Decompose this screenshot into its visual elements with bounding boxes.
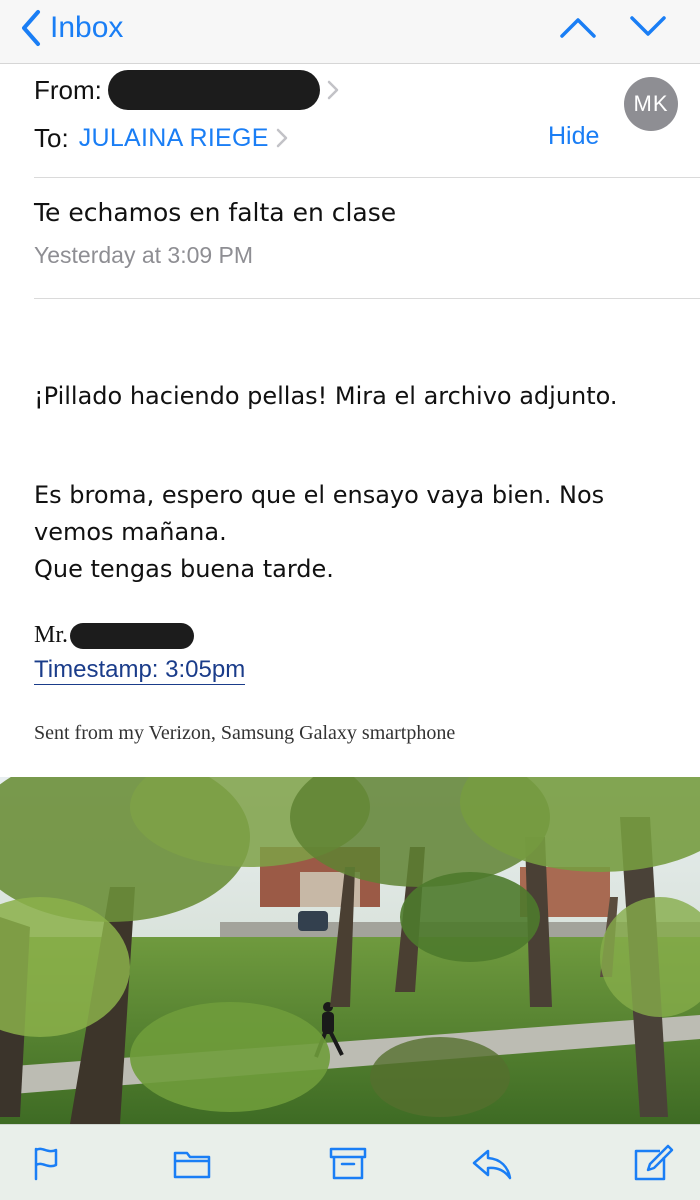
bottom-toolbar [0, 1124, 700, 1200]
recipient-name-link[interactable]: JULAINA RIEGE [79, 124, 269, 153]
navigation-bar: Inbox [0, 0, 700, 64]
message-date: Yesterday at 3:09 PM [34, 242, 254, 268]
compose-icon[interactable] [630, 1143, 674, 1183]
park-photo-image [0, 777, 700, 1124]
message-subject: Te echamos en falta en clase [34, 198, 397, 227]
previous-message-chevron-up-icon[interactable] [558, 12, 598, 42]
reply-icon[interactable] [470, 1143, 514, 1183]
chevron-right-icon[interactable] [275, 126, 289, 150]
to-row: To: JULAINA RIEGE [34, 120, 289, 156]
body-paragraph-2-line-2: vemos mañana. [34, 518, 227, 546]
redacted-signature-name [70, 622, 195, 649]
header-divider [34, 177, 700, 178]
subject-divider [34, 298, 700, 299]
sender-avatar[interactable]: MK [624, 77, 678, 131]
next-message-chevron-down-icon[interactable] [628, 12, 668, 42]
archive-icon[interactable] [326, 1143, 370, 1183]
signature: Mr. [34, 622, 195, 649]
flag-icon[interactable] [26, 1143, 70, 1183]
back-label: Inbox [50, 11, 124, 44]
body-paragraph-2-line-3: Que tengas buena tarde. [34, 555, 334, 583]
chevron-right-icon[interactable] [326, 78, 340, 102]
from-label: From: [34, 74, 102, 105]
back-to-inbox-button[interactable]: Inbox [18, 8, 123, 48]
chevron-left-icon [22, 10, 40, 46]
body-paragraph-2-line-1: Es broma, espero que el ensayo vaya bien… [34, 481, 605, 509]
sent-from-footer: Sent from my Verizon, Samsung Galaxy sma… [34, 722, 456, 744]
timestamp-link[interactable]: Timestamp: 3:05pm [34, 656, 246, 685]
signature-prefix: Mr. [34, 622, 69, 648]
attached-photo[interactable] [0, 777, 700, 1124]
redacted-sender-name [107, 70, 320, 110]
folder-icon[interactable] [170, 1143, 214, 1183]
from-row: From: [34, 70, 340, 110]
hide-details-link[interactable]: Hide [548, 122, 599, 151]
to-label: To: [34, 122, 69, 153]
body-paragraph-1: ¡Pillado haciendo pellas! Mira el archiv… [34, 382, 618, 410]
